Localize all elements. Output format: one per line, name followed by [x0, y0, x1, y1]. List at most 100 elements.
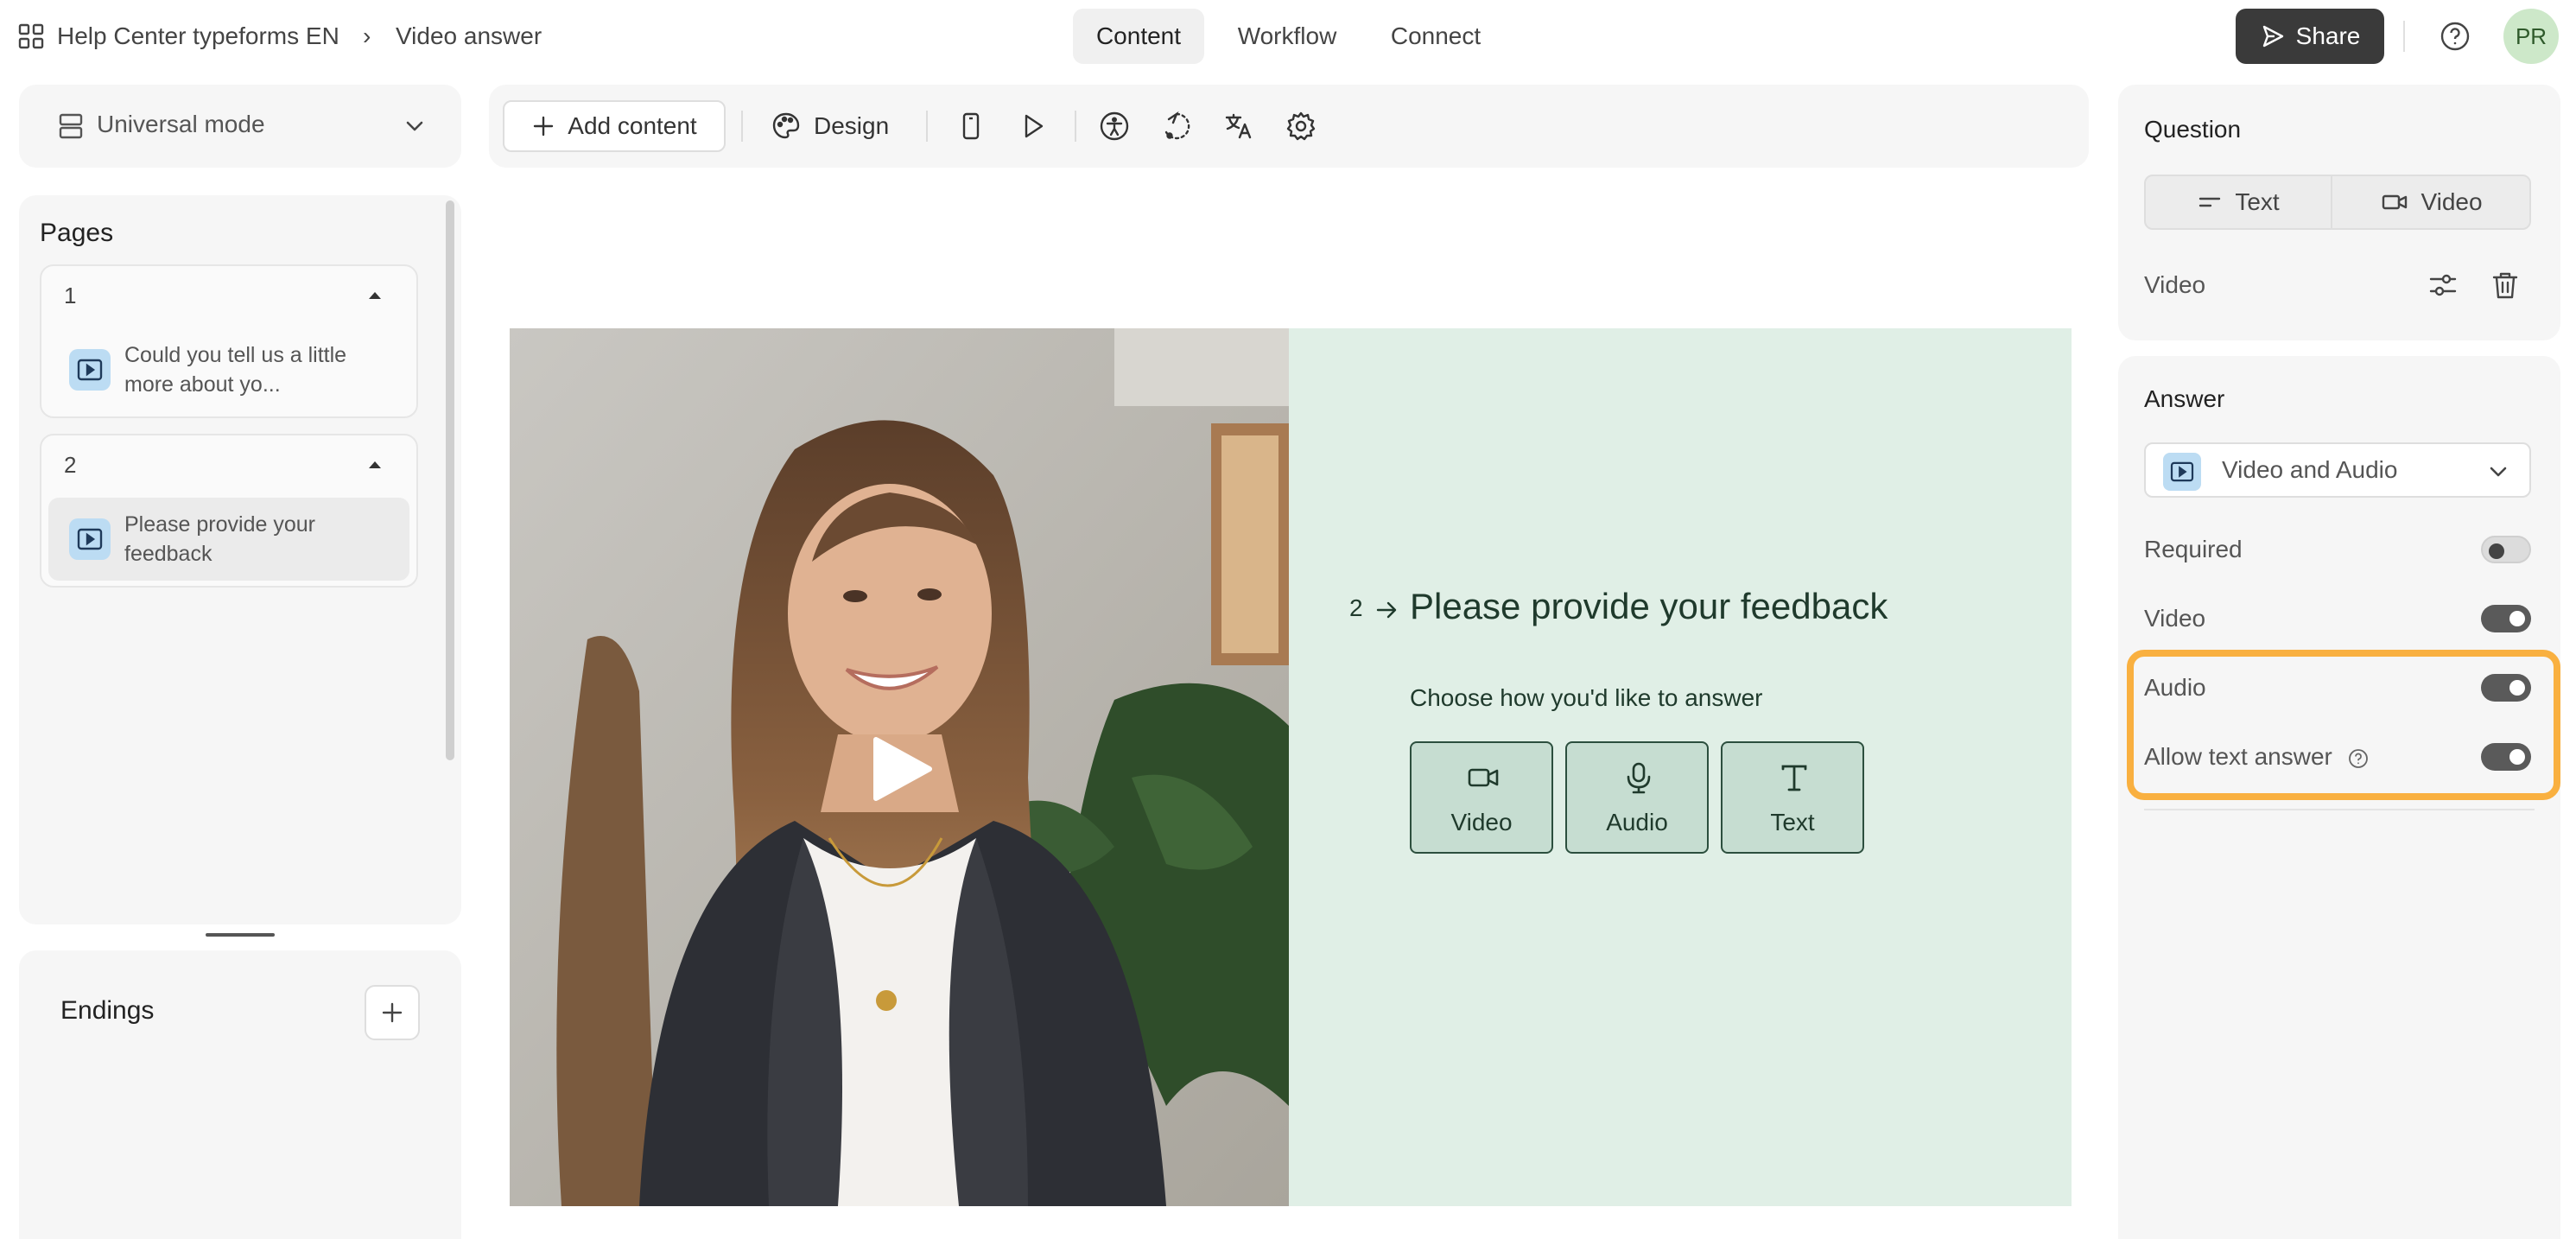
mobile-preview-icon[interactable]	[955, 111, 987, 142]
segment-text-label: Text	[2235, 188, 2280, 215]
plus-icon	[531, 114, 555, 138]
segment-video-label: Video	[2421, 188, 2483, 215]
question-content: 2 Please provide your feedback Choose ho…	[1289, 328, 2072, 1206]
answer-divider	[2144, 809, 2535, 810]
page-item-text: Could you tell us a little more about yo…	[124, 343, 347, 397]
question-settings-panel: Question Text Video Video	[2118, 85, 2560, 340]
breadcrumb-form-title[interactable]: Video answer	[396, 19, 542, 54]
video-question-icon	[2163, 453, 2201, 491]
required-label: Required	[2144, 536, 2243, 562]
answer-type-select[interactable]: Video and Audio	[2144, 442, 2531, 498]
top-bar: Help Center typeforms EN › Video answer …	[0, 0, 2576, 73]
endings-panel: Endings	[19, 950, 461, 1239]
video-player[interactable]	[510, 328, 1289, 1206]
question-number-value: 2	[1349, 594, 1363, 621]
page-group-2: 2 Please provide your feedback	[40, 434, 418, 588]
answer-choice-label: Video	[1450, 809, 1513, 836]
pages-title: Pages	[40, 219, 114, 247]
play-icon[interactable]	[869, 734, 935, 804]
answer-section-title: Answer	[2144, 385, 2225, 412]
help-icon[interactable]	[2438, 19, 2472, 54]
logic-icon[interactable]	[1161, 111, 1192, 142]
plus-icon	[379, 1000, 405, 1026]
trash-icon[interactable]	[2490, 270, 2521, 301]
apps-grid-icon[interactable]	[17, 22, 45, 50]
form-preview-canvas: 2 Please provide your feedback Choose ho…	[510, 328, 2072, 1206]
mode-label: Universal mode	[97, 111, 265, 137]
audio-toggle-label: Audio	[2144, 674, 2206, 701]
microphone-icon	[1621, 760, 1656, 795]
toolbar-divider	[741, 111, 743, 142]
segment-text[interactable]: Text	[2146, 176, 2331, 228]
chevron-down-icon	[399, 111, 430, 142]
page-item-text: Please provide your feedback	[124, 512, 315, 566]
text-t-icon	[1777, 760, 1811, 795]
answer-choice-video[interactable]: Video	[1410, 741, 1553, 854]
answer-choice-label: Text	[1770, 809, 1815, 836]
caret-up-icon[interactable]	[365, 285, 385, 306]
answer-choice-text[interactable]: Text	[1721, 741, 1864, 854]
page-item-1[interactable]: Could you tell us a little more about yo…	[48, 328, 409, 411]
add-content-label: Add content	[568, 112, 697, 139]
tab-workflow[interactable]: Workflow	[1218, 9, 1356, 64]
tab-content[interactable]: Content	[1073, 9, 1204, 64]
accessibility-icon[interactable]	[1099, 111, 1130, 142]
design-label: Design	[814, 112, 890, 139]
add-content-button[interactable]: Add content	[503, 100, 726, 152]
answer-choice-audio[interactable]: Audio	[1565, 741, 1709, 854]
allow-text-answer-toggle[interactable]	[2481, 743, 2531, 771]
caret-up-icon[interactable]	[365, 454, 385, 475]
question-type-toggle: Text Video	[2144, 175, 2531, 230]
user-avatar[interactable]: PR	[2503, 9, 2559, 64]
video-toggle-label: Video	[2144, 605, 2206, 632]
toolbar-divider	[926, 111, 928, 142]
share-button[interactable]: Share	[2236, 9, 2384, 64]
tab-connect[interactable]: Connect	[1370, 9, 1501, 64]
chevron-down-icon	[2484, 458, 2512, 486]
answer-settings-panel: Answer Video and Audio Required Video Au…	[2118, 356, 2560, 1239]
editor-toolbar: Add content Design	[489, 85, 2089, 168]
pages-scrollbar[interactable]	[446, 200, 454, 760]
video-toggle[interactable]	[2481, 605, 2531, 632]
page-number: 1	[64, 283, 77, 308]
settings-icon[interactable]	[1285, 111, 1317, 142]
breadcrumb-separator: ›	[363, 22, 371, 49]
top-divider	[2403, 21, 2405, 52]
mode-select[interactable]: Universal mode	[19, 85, 461, 168]
page-item-2[interactable]: Please provide your feedback	[48, 498, 409, 581]
pages-panel: Pages 1 Could you tell us a little more …	[19, 195, 461, 924]
audio-toggle[interactable]	[2481, 674, 2531, 702]
video-camera-icon	[1466, 760, 1501, 795]
palette-icon	[771, 111, 802, 142]
sliders-icon[interactable]	[2427, 270, 2459, 301]
preview-play-icon[interactable]	[1018, 111, 1049, 142]
question-subtitle: Choose how you'd like to answer	[1410, 684, 1763, 711]
answer-choice-label: Audio	[1606, 809, 1668, 836]
allow-text-answer-label: Allow text answer	[2144, 743, 2332, 770]
segment-video[interactable]: Video	[2331, 176, 2529, 228]
page-group-1: 1 Could you tell us a little more about …	[40, 264, 418, 418]
help-circle-icon[interactable]	[2348, 748, 2369, 769]
video-camera-icon	[2381, 188, 2408, 216]
share-label: Share	[2295, 22, 2361, 49]
send-icon	[2260, 23, 2286, 49]
page-number: 2	[64, 452, 77, 478]
breadcrumb-workspace[interactable]: Help Center typeforms EN	[57, 19, 339, 54]
allow-text-answer-row: Allow text answer	[2144, 740, 2369, 774]
add-ending-button[interactable]	[365, 985, 420, 1040]
layout-rows-icon	[55, 111, 86, 142]
required-toggle[interactable]	[2481, 536, 2531, 563]
translate-icon[interactable]	[1223, 111, 1254, 142]
arrow-right-icon	[1374, 598, 1399, 622]
design-button[interactable]: Design	[771, 100, 889, 152]
question-section-title: Question	[2144, 116, 2242, 143]
toolbar-divider	[1075, 111, 1076, 142]
question-title: Please provide your feedback	[1410, 586, 1888, 626]
video-question-icon	[69, 518, 111, 560]
video-question-icon	[69, 349, 111, 391]
panel-resize-handle[interactable]	[206, 933, 275, 937]
video-field-label: Video	[2144, 271, 2206, 298]
text-lines-icon	[2197, 189, 2223, 215]
answer-type-label: Video and Audio	[2222, 456, 2398, 483]
endings-title: Endings	[60, 996, 155, 1025]
